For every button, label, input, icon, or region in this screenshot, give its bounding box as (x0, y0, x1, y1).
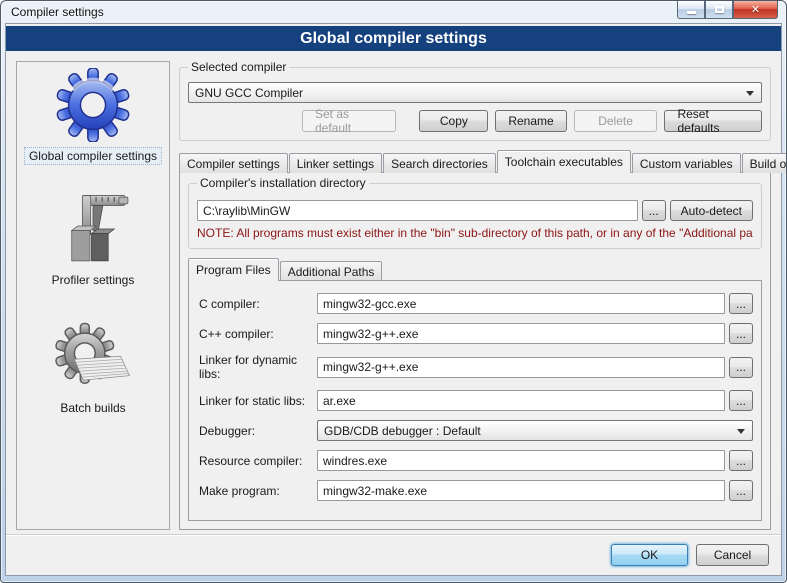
compiler-settings-dialog: Compiler settings ✕ Global compiler sett… (0, 0, 787, 583)
field-row-resource-compiler: Resource compiler: ... (199, 450, 753, 471)
compiler-select[interactable]: GNU GCC Compiler (188, 82, 762, 103)
dropdown-arrow-icon (737, 429, 745, 434)
tab-program-files[interactable]: Program Files (188, 258, 279, 281)
reset-defaults-button[interactable]: Reset defaults (664, 110, 762, 132)
field-row-c-compiler: C compiler: ... (199, 293, 753, 314)
settings-category-list: Global compiler settings (16, 61, 170, 530)
field-row-cpp-compiler: C++ compiler: ... (199, 323, 753, 344)
installation-directory-input[interactable] (197, 200, 638, 221)
sidebar-item-global-compiler-settings[interactable]: Global compiler settings (25, 66, 161, 164)
dropdown-arrow-icon (746, 91, 754, 96)
ok-button[interactable]: OK (611, 544, 688, 566)
tab-custom-variables[interactable]: Custom variables (632, 153, 741, 173)
make-program-input[interactable] (317, 480, 725, 501)
cancel-button[interactable]: Cancel (696, 544, 769, 566)
dynamic-linker-browse-button[interactable]: ... (729, 357, 753, 378)
field-row-dynamic-linker: Linker for dynamic libs: ... (199, 353, 753, 381)
program-tabs: Program Files Additional Paths (188, 259, 762, 281)
resource-compiler-input[interactable] (317, 450, 725, 471)
tab-additional-paths[interactable]: Additional Paths (280, 261, 383, 281)
maximize-icon (715, 6, 724, 13)
page-title: Global compiler settings (6, 26, 781, 51)
dynamic-linker-input[interactable] (317, 357, 725, 378)
cpp-compiler-browse-button[interactable]: ... (729, 323, 753, 344)
sidebar-item-profiler-settings[interactable]: Profiler settings (48, 190, 139, 288)
tab-toolchain-executables[interactable]: Toolchain executables (497, 150, 631, 173)
field-row-static-linker: Linker for static libs: ... (199, 390, 753, 411)
compiler-select-value: GNU GCC Compiler (195, 86, 303, 100)
installation-directory-group-label: Compiler's installation directory (197, 176, 369, 190)
c-compiler-browse-button[interactable]: ... (729, 293, 753, 314)
close-icon: ✕ (751, 3, 760, 16)
browse-directory-button[interactable]: ... (642, 200, 666, 221)
resource-compiler-label: Resource compiler: (199, 454, 317, 468)
delete-button[interactable]: Delete (574, 110, 658, 132)
set-as-default-button[interactable]: Set as default (302, 110, 396, 132)
close-button[interactable]: ✕ (733, 1, 778, 19)
field-row-make-program: Make program: ... (199, 480, 753, 501)
sidebar-item-batch-builds[interactable]: Batch builds (51, 318, 135, 416)
auto-detect-button[interactable]: Auto-detect (670, 200, 753, 221)
debugger-select[interactable]: GDB/CDB debugger : Default (317, 420, 753, 441)
make-program-browse-button[interactable]: ... (729, 480, 753, 501)
field-row-debugger: Debugger: GDB/CDB debugger : Default (199, 420, 753, 441)
static-linker-label: Linker for static libs: (199, 394, 317, 408)
cpp-compiler-label: C++ compiler: (199, 327, 317, 341)
tab-compiler-settings[interactable]: Compiler settings (179, 153, 288, 173)
selected-compiler-group-label: Selected compiler (188, 60, 289, 74)
static-linker-input[interactable] (317, 390, 725, 411)
resource-compiler-browse-button[interactable]: ... (729, 450, 753, 471)
program-files-panel: C compiler: ... C++ compiler: ... Linker… (188, 280, 762, 521)
batch-gear-stack-icon (51, 318, 135, 396)
selected-compiler-group: Selected compiler GNU GCC Compiler Set a… (179, 67, 771, 141)
blue-gear-icon (51, 66, 135, 144)
window-title: Compiler settings (11, 5, 104, 19)
tab-linker-settings[interactable]: Linker settings (289, 153, 382, 173)
minimize-icon (687, 11, 696, 14)
debugger-label: Debugger: (199, 424, 317, 438)
window-controls: ✕ (677, 1, 778, 19)
dialog-client-area: Global compiler settings (5, 23, 782, 576)
static-linker-browse-button[interactable]: ... (729, 390, 753, 411)
sidebar-item-label: Batch builds (56, 400, 129, 416)
dynamic-linker-label: Linker for dynamic libs: (199, 353, 317, 381)
sidebar-item-label: Profiler settings (48, 272, 139, 288)
tab-build-options[interactable]: Build options (742, 153, 787, 173)
compiler-tabs: Compiler settings Linker settings Search… (179, 150, 771, 173)
c-compiler-label: C compiler: (199, 297, 317, 311)
sidebar-item-label: Global compiler settings (25, 148, 161, 164)
c-compiler-input[interactable] (317, 293, 725, 314)
title-bar[interactable]: Compiler settings ✕ (1, 1, 786, 23)
maximize-button[interactable] (705, 1, 733, 19)
bin-subdirectory-note: NOTE: All programs must exist either in … (197, 226, 753, 240)
tab-search-directories[interactable]: Search directories (383, 153, 496, 173)
debugger-select-value: GDB/CDB debugger : Default (324, 424, 481, 438)
installation-directory-group: Compiler's installation directory ... Au… (188, 183, 762, 249)
minimize-button[interactable] (677, 1, 705, 19)
make-program-label: Make program: (199, 484, 317, 498)
dialog-footer: OK Cancel (6, 534, 781, 575)
caliper-icon (51, 190, 135, 268)
cpp-compiler-input[interactable] (317, 323, 725, 344)
copy-button[interactable]: Copy (419, 110, 488, 132)
toolchain-executables-panel: Compiler's installation directory ... Au… (179, 172, 771, 530)
rename-button[interactable]: Rename (495, 110, 566, 132)
